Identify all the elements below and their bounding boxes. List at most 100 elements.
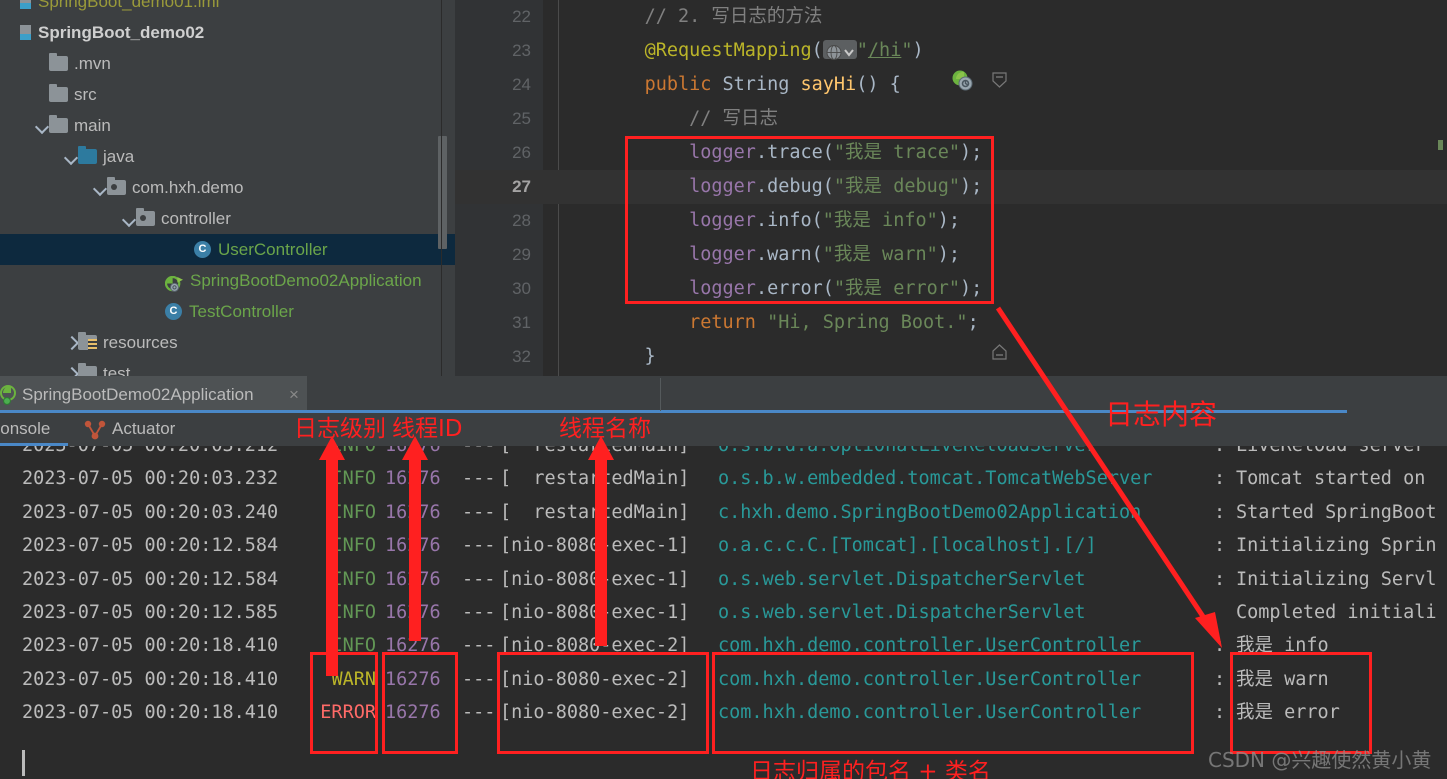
- console-caret: [22, 750, 25, 776]
- code-line-text: logger.debug("我是 debug");: [600, 170, 982, 204]
- code-line-27[interactable]: 27 logger.debug("我是 debug");: [455, 170, 1447, 204]
- tree-item-1[interactable]: SpringBoot_demo02: [0, 17, 455, 48]
- log-row[interactable]: 2023-07-05 00:20:12.584 INFO 16276 --- [nio-…: [0, 529, 1447, 562]
- source-folder-icon: [78, 146, 97, 165]
- run-tab-bar: SpringBootDemo02Application ×: [0, 376, 1447, 414]
- log-row[interactable]: 2023-07-05 00:20:18.410 ERROR 16276 --- [nio…: [0, 696, 1447, 729]
- run-method-gutter-icon[interactable]: [952, 70, 974, 92]
- log-row[interactable]: 2023-07-05 00:20:03.212 INFO 16276 --- [ res…: [0, 446, 1447, 462]
- log-row[interactable]: 2023-07-05 00:20:12.585 INFO 16276 --- [nio-…: [0, 596, 1447, 629]
- log-message: 我是 error: [1236, 702, 1340, 724]
- run-console-panel[interactable]: SpringBootDemo02Application × Console Ac…: [0, 376, 1447, 779]
- tree-item-7[interactable]: controller: [0, 203, 455, 234]
- close-icon[interactable]: ×: [284, 376, 304, 413]
- tree-item-9[interactable]: SpringBootDemo02Application: [0, 265, 455, 296]
- log-process-id: 16276: [385, 602, 441, 623]
- code-line-32[interactable]: 32 }: [455, 340, 1447, 374]
- web-mapping-gutter-icon[interactable]: [822, 39, 857, 60]
- tab-console[interactable]: Console: [0, 414, 50, 446]
- code-line-text: logger.error("我是 error");: [600, 272, 982, 306]
- log-row[interactable]: 2023-07-05 00:20:12.584 INFO 16276 --- [nio-…: [0, 563, 1447, 596]
- chevron-down-icon[interactable]: [93, 172, 107, 203]
- log-message: Initializing Sprin: [1236, 535, 1437, 557]
- run-tab-springbootdemo02application[interactable]: SpringBootDemo02Application ×: [0, 376, 307, 413]
- code-line-22[interactable]: 22 // 2. 写日志的方法: [455, 0, 1447, 34]
- tree-item-4[interactable]: main: [0, 110, 455, 141]
- chevron-down-icon[interactable]: [122, 203, 136, 234]
- tree-item-8[interactable]: UserController: [0, 234, 455, 265]
- project-tree-scrollbar[interactable]: [438, 136, 447, 249]
- chevron-down-icon[interactable]: [35, 110, 49, 141]
- chevron-right-icon[interactable]: [64, 358, 78, 376]
- chevron-down-icon[interactable]: [64, 141, 78, 172]
- code-line-29[interactable]: 29 logger.warn("我是 warn");: [455, 238, 1447, 272]
- tree-item-10[interactable]: TestController: [0, 296, 455, 327]
- log-row[interactable]: 2023-07-05 00:20:18.410 WARN 16276 --- [nio-…: [0, 663, 1447, 696]
- log-logger-name: o.s.web.servlet.DispatcherServlet: [718, 602, 1086, 623]
- log-message-separator: :: [1214, 568, 1226, 590]
- code-line-25[interactable]: 25 // 写日志: [455, 102, 1447, 136]
- spring-boot-app-icon: [164, 272, 184, 292]
- tree-item-0[interactable]: SpringBoot_demo01.iml: [0, 0, 455, 17]
- code-token: "我是 trace": [833, 142, 961, 163]
- log-separator-dashes: ---: [462, 635, 496, 657]
- log-timestamp: 2023-07-05 00:20:18.410: [22, 635, 279, 657]
- folder-icon: [49, 84, 68, 103]
- code-editor[interactable]: 22 // 2. 写日志的方法 23 @RequestMapping("/hi")…: [455, 0, 1447, 376]
- log-message-separator: :: [1214, 501, 1226, 523]
- java-class-icon: [194, 241, 211, 259]
- tree-item-label: .mvn: [74, 54, 111, 73]
- code-fold-start-icon[interactable]: [992, 72, 1007, 88]
- tree-item-6[interactable]: com.hxh.demo: [0, 172, 455, 203]
- log-process-id: 16276: [385, 668, 441, 690]
- log-process-id: 16276: [385, 635, 441, 657]
- code-token: );: [960, 278, 983, 299]
- code-line-30[interactable]: 30 logger.error("我是 error");: [455, 272, 1447, 306]
- code-token: (: [822, 142, 834, 163]
- log-row[interactable]: 2023-07-05 00:20:03.240 INFO 16276 ---[ res…: [0, 496, 1447, 529]
- tree-item-label: src: [74, 85, 97, 104]
- log-row[interactable]: 2023-07-05 00:20:03.232 INFO 16276 ---[ res…: [0, 462, 1447, 495]
- log-logger-name: c.hxh.demo.SpringBootDemo02Application: [718, 501, 1142, 523]
- code-token: ": [856, 40, 868, 61]
- log-message-separator: :: [1214, 446, 1225, 462]
- code-token: (: [811, 244, 823, 265]
- tree-item-11[interactable]: resources: [0, 327, 455, 358]
- tree-item-12[interactable]: test: [0, 358, 455, 376]
- tree-item-label: UserController: [218, 240, 328, 259]
- code-line-26[interactable]: 26 logger.trace("我是 trace");: [455, 136, 1447, 170]
- log-separator-dashes: ---: [462, 535, 496, 557]
- log-row[interactable]: 2023-07-05 00:20:18.410 INFO 16276 --- [nio-…: [0, 629, 1447, 662]
- code-fold-end-icon[interactable]: [992, 344, 1007, 360]
- tree-item-5[interactable]: java: [0, 141, 455, 172]
- code-line-23[interactable]: 23 @RequestMapping("/hi"): [455, 34, 1447, 68]
- console-sub-tab-bar: Console Actuator: [0, 414, 1447, 446]
- tree-item-label: SpringBoot_demo02: [38, 23, 205, 42]
- log-message: Started SpringBoot: [1236, 501, 1437, 523]
- log-level: WARN: [331, 668, 376, 690]
- tab-actuator[interactable]: Actuator: [84, 414, 175, 446]
- chevron-none-icon: [151, 265, 165, 296]
- console-log-output[interactable]: 2023-07-05 00:20:03.212INFO16276---[ res…: [0, 446, 1447, 779]
- tree-item-label: controller: [161, 209, 231, 228]
- log-message-separator: :: [1214, 668, 1226, 690]
- log-timestamp: 2023-07-05 00:20:12.584: [22, 535, 279, 557]
- code-token: (: [822, 278, 834, 299]
- line-number: 32: [512, 347, 531, 366]
- log-level: INFO: [331, 602, 376, 623]
- log-separator-dashes: ---: [462, 468, 496, 490]
- chevron-none-icon: [151, 296, 165, 327]
- line-number: 31: [512, 313, 531, 332]
- tree-item-3[interactable]: src: [0, 79, 455, 110]
- code-token: logger: [689, 142, 756, 163]
- line-number: 27: [512, 177, 531, 196]
- code-line-31[interactable]: 31 return "Hi, Spring Boot.";: [455, 306, 1447, 340]
- log-thread-name: [nio-8080-exec-1]: [500, 535, 690, 557]
- chevron-right-icon[interactable]: [64, 327, 78, 358]
- code-line-28[interactable]: 28 logger.info("我是 info");: [455, 204, 1447, 238]
- tree-item-2[interactable]: .mvn: [0, 48, 455, 79]
- project-tree-panel[interactable]: SpringBoot_demo01.iml SpringBoot_demo02 .m…: [0, 0, 455, 376]
- code-line-24[interactable]: 24 public String sayHi() {: [455, 68, 1447, 102]
- package-icon: [136, 208, 155, 227]
- code-token: logger: [689, 176, 756, 197]
